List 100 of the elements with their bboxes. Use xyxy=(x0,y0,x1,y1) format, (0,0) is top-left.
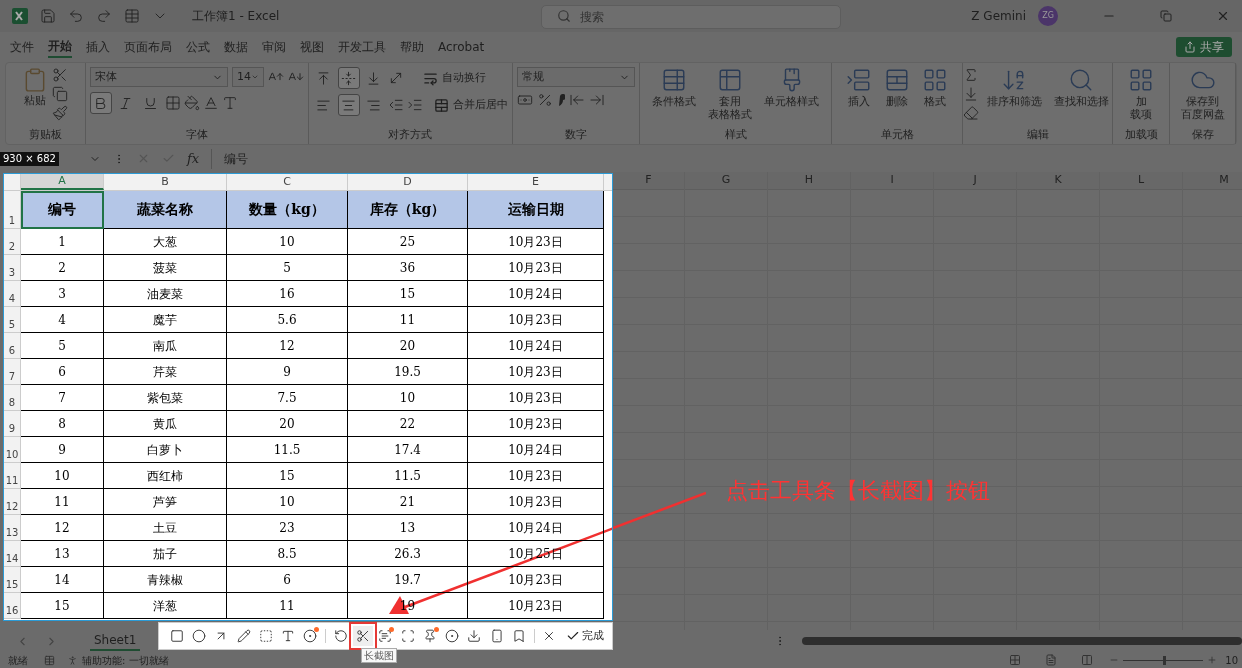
orientation-icon[interactable] xyxy=(388,70,404,86)
ribbon-button[interactable]: 加 载项 xyxy=(1124,67,1159,121)
column-header[interactable]: J xyxy=(934,172,1016,190)
column-header[interactable]: D xyxy=(348,174,468,190)
wrap-text-button[interactable]: 自动换行 xyxy=(423,69,486,87)
table-header-cell: 蔬菜名称 xyxy=(104,191,227,229)
formula-field[interactable]: 编号 xyxy=(211,148,1234,169)
font-name-select[interactable]: 宋体 xyxy=(90,67,228,87)
horizontal-scrollbar[interactable] xyxy=(802,637,1242,645)
menu-tab[interactable]: 页面布局 xyxy=(124,36,172,58)
menu-tab[interactable]: 开始 xyxy=(48,36,72,58)
menu-tab[interactable]: Acrobat xyxy=(438,36,485,58)
comma-style-icon[interactable] xyxy=(557,93,565,107)
table-cell: 5.6 xyxy=(227,307,348,333)
menu-tab[interactable]: 帮助 xyxy=(400,36,424,58)
row-number[interactable]: 4 xyxy=(4,281,21,307)
menu-tab[interactable]: 开发工具 xyxy=(338,36,386,58)
accessibility-icon[interactable] xyxy=(67,654,78,666)
row-number[interactable]: 12 xyxy=(4,489,21,515)
column-header[interactable]: C xyxy=(227,174,348,190)
merge-center-button[interactable]: 合并后居中 xyxy=(434,96,508,114)
copy-icon[interactable] xyxy=(52,86,69,102)
table-header-cell: 运输日期 xyxy=(468,191,604,229)
zoom-slider-thumb[interactable] xyxy=(1163,655,1167,665)
ribbon-button[interactable]: 插入 xyxy=(842,67,877,108)
user-avatar[interactable]: ZG xyxy=(1038,6,1058,26)
format-button[interactable] xyxy=(338,67,360,89)
row-number[interactable]: 8 xyxy=(4,385,21,411)
font-size-select[interactable]: 14 xyxy=(232,67,264,87)
row-number[interactable]: 1 xyxy=(4,191,21,229)
row-number[interactable]: 10 xyxy=(4,437,21,463)
column-header[interactable]: E xyxy=(468,174,604,190)
menu-tab[interactable]: 数据 xyxy=(224,36,248,58)
page-break-icon[interactable] xyxy=(1081,654,1094,666)
column-header[interactable]: F xyxy=(613,172,684,190)
row-number[interactable]: 9 xyxy=(4,411,21,437)
font-color-icon[interactable] xyxy=(203,95,219,111)
clear-icon[interactable] xyxy=(962,105,979,121)
save-icon[interactable] xyxy=(40,8,56,24)
column-header[interactable]: M xyxy=(1183,172,1242,190)
percent-icon[interactable] xyxy=(537,92,553,108)
zoom-percent[interactable]: 10 xyxy=(1225,652,1238,668)
column-header[interactable]: G xyxy=(685,172,767,190)
ribbon-button[interactable]: 删除 xyxy=(880,67,915,108)
row-number[interactable]: 5 xyxy=(4,307,21,333)
table-cell: 23 xyxy=(227,515,348,541)
row-number[interactable]: 14 xyxy=(4,541,21,567)
ribbon-button[interactable]: 保存到 百度网盘 xyxy=(1176,67,1229,121)
format-button[interactable] xyxy=(338,94,360,116)
column-header[interactable]: A xyxy=(21,174,104,190)
paste-button[interactable]: 粘贴 xyxy=(22,67,49,110)
menu-tab[interactable]: 文件 xyxy=(10,36,34,58)
menu-tab[interactable]: 公式 xyxy=(186,36,210,58)
sheet-tab[interactable]: Sheet1 xyxy=(90,631,141,651)
indent-decrease-icon[interactable] xyxy=(388,97,404,113)
insert-function-label[interactable]: fx xyxy=(186,148,200,169)
search-field[interactable]: 搜索 xyxy=(541,4,842,29)
undo-icon[interactable] xyxy=(68,8,84,24)
format-painter-icon[interactable] xyxy=(52,105,69,121)
menu-tab[interactable]: 插入 xyxy=(86,36,110,58)
ribbon-button[interactable]: 套用 表格格式 xyxy=(704,67,756,121)
macro-record-icon[interactable] xyxy=(44,654,55,666)
row-number[interactable]: 16 xyxy=(4,593,21,619)
column-header[interactable]: L xyxy=(1100,172,1182,190)
decrease-decimal-icon[interactable] xyxy=(589,92,605,108)
row-number[interactable]: 3 xyxy=(4,255,21,281)
phonetic-icon[interactable] xyxy=(222,95,238,111)
normal-view-icon[interactable] xyxy=(1009,654,1022,666)
row-number[interactable]: 11 xyxy=(4,463,21,489)
done-button[interactable]: 完成 xyxy=(566,627,604,645)
column-header[interactable]: K xyxy=(1017,172,1099,190)
indent-increase-icon[interactable] xyxy=(407,97,423,113)
row-number[interactable]: 15 xyxy=(4,567,21,593)
increase-decimal-icon[interactable] xyxy=(569,92,585,108)
border-icon[interactable] xyxy=(165,95,181,111)
table-cell: 魔芋 xyxy=(104,307,227,333)
row-number[interactable]: 7 xyxy=(4,359,21,385)
column-header[interactable]: H xyxy=(768,172,850,190)
menu-tab[interactable]: 审阅 xyxy=(262,36,286,58)
restore-icon[interactable] xyxy=(1160,10,1172,22)
ribbon-button[interactable]: 查找和选择 xyxy=(1049,67,1113,108)
redo-icon[interactable] xyxy=(96,8,112,24)
page-layout-icon[interactable] xyxy=(1045,654,1058,666)
currency-icon[interactable] xyxy=(517,92,533,108)
row-number[interactable]: 13 xyxy=(4,515,21,541)
row-number[interactable]: 6 xyxy=(4,333,21,359)
row-number[interactable]: 2 xyxy=(4,229,21,255)
ribbon-button[interactable]: 格式 xyxy=(918,67,953,108)
share-button[interactable]: 共享 xyxy=(1176,37,1232,57)
cut-icon[interactable] xyxy=(52,67,69,83)
ribbon-button[interactable]: 单元格样式 xyxy=(760,67,823,108)
form-icon[interactable] xyxy=(124,8,140,24)
close-icon[interactable] xyxy=(1216,9,1230,23)
format-button[interactable] xyxy=(90,92,112,114)
ribbon-button[interactable]: 条件格式 xyxy=(648,67,700,108)
fill-color-icon[interactable] xyxy=(184,95,200,111)
zoom-in-icon[interactable] xyxy=(1207,655,1218,665)
column-header[interactable]: B xyxy=(104,174,227,190)
ribbon-button[interactable]: 排序和筛选 xyxy=(982,67,1046,108)
menu-tab[interactable]: 视图 xyxy=(300,36,324,58)
